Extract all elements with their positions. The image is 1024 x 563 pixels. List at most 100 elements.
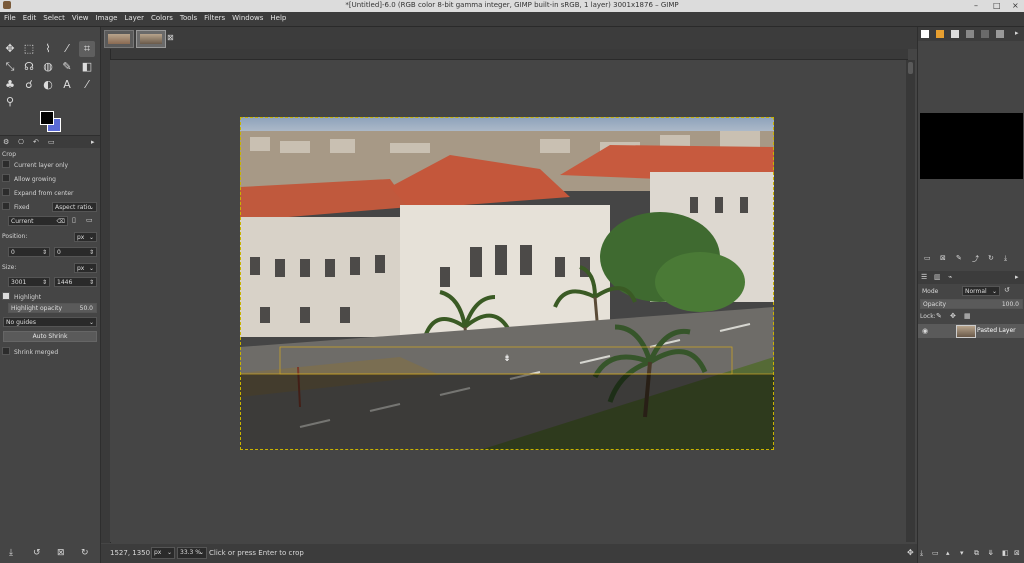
visibility-eye-icon[interactable]: ◉ [922, 327, 928, 335]
close-button[interactable]: × [1012, 1, 1019, 10]
maximize-button[interactable]: □ [993, 1, 1001, 10]
portrait-icon[interactable]: ▭ [86, 216, 96, 226]
menu-file[interactable]: File [0, 12, 19, 22]
size-unit-dropdown[interactable]: px ⌄ [74, 263, 97, 273]
export-icon[interactable]: ⤴ [972, 254, 979, 264]
spinner-icon[interactable]: ⇕ [89, 278, 94, 288]
new-layer-group-icon[interactable]: ⤓ [920, 549, 923, 558]
size-w-input[interactable]: 3001 ⇕ [8, 277, 50, 287]
duplicate-icon[interactable]: ▭ [924, 254, 931, 262]
menu-view[interactable]: View [68, 12, 92, 22]
highlight-checkbox[interactable]: Highlight [2, 292, 98, 303]
templates-tab-icon[interactable] [981, 30, 989, 38]
eraser-tool-icon[interactable]: ◧ [79, 59, 95, 75]
smudge-tool-icon[interactable]: ☌ [21, 77, 37, 93]
restore-options-icon[interactable]: ↺ [33, 548, 41, 558]
brushes-tab-icon[interactable] [921, 30, 929, 38]
patterns-tab-icon[interactable] [936, 30, 944, 38]
clear-icon[interactable]: ⌫ [57, 217, 65, 227]
open-icon[interactable]: ⤓ [1004, 254, 1007, 263]
tab-menu-icon[interactable]: ▸ [91, 138, 95, 146]
lock-position-icon[interactable]: ✥ [950, 312, 956, 320]
mask-icon[interactable]: ◧ [1002, 549, 1009, 557]
image-tab-2[interactable] [136, 30, 166, 48]
merge-layer-icon[interactable]: ⤋ [988, 549, 994, 557]
zoom-dropdown[interactable]: 33.3 % ⌄ [177, 547, 207, 559]
lasso-tool-icon[interactable]: ⌇ [40, 41, 56, 57]
preset-input[interactable]: Current ⌫ [8, 216, 68, 226]
bucket-fill-tool-icon[interactable]: ◍ [40, 59, 56, 75]
fuzzy-select-tool-icon[interactable]: ⁄ [59, 41, 75, 57]
warp-tool-icon[interactable]: ☊ [21, 59, 37, 75]
position-unit-dropdown[interactable]: px ⌄ [74, 232, 97, 242]
new-layer-icon[interactable]: ▭ [932, 549, 939, 557]
unit-dropdown[interactable]: px ⌄ [151, 547, 175, 559]
highlight-opacity-slider[interactable]: Highlight opacity 50.0 [8, 303, 97, 313]
document-history-tab-icon[interactable] [966, 30, 974, 38]
gradients-tab-icon[interactable] [996, 30, 1004, 38]
vertical-scrollbar[interactable] [906, 60, 915, 542]
tool-options-tab-icon[interactable]: ⚙ [3, 138, 9, 146]
device-status-tab-icon[interactable]: ⎔ [18, 138, 24, 146]
spinner-icon[interactable]: ⇕ [42, 248, 47, 258]
images-tab-icon[interactable]: ▭ [48, 138, 55, 146]
horizontal-ruler[interactable] [110, 49, 908, 60]
close-tab-icon[interactable]: ⊠ [167, 33, 174, 42]
guides-dropdown[interactable]: No guides ⌄ [3, 317, 97, 327]
menu-layer[interactable]: Layer [120, 12, 147, 22]
delete-options-icon[interactable]: ⊠ [57, 548, 65, 558]
dodge-tool-icon[interactable]: ◐ [40, 77, 56, 93]
landscape-icon[interactable]: ▯ [72, 216, 82, 226]
menu-help[interactable]: Help [266, 12, 289, 22]
refresh-icon[interactable]: ↻ [988, 254, 994, 262]
clone-tool-icon[interactable]: ♣ [2, 77, 18, 93]
layer-mode-dropdown[interactable]: Normal ⌄ [962, 286, 1000, 296]
move-tool-icon[interactable]: ✥ [2, 41, 18, 57]
paintbrush-tool-icon[interactable]: ✎ [59, 59, 75, 75]
foreground-color-swatch[interactable] [40, 111, 54, 125]
channels-tab-icon[interactable]: ▥ [934, 273, 941, 281]
image-canvas[interactable]: ⇟ [240, 117, 774, 450]
expand-from-center-checkbox[interactable]: Expand from center [2, 188, 98, 199]
tab-menu-icon[interactable]: ▸ [1015, 273, 1019, 281]
zoom-tool-icon[interactable]: ⚲ [2, 94, 18, 110]
duplicate-layer-icon[interactable]: ⧉ [974, 549, 979, 558]
opacity-slider[interactable]: Opacity 100.0 [920, 299, 1023, 309]
fonts-tab-icon[interactable] [951, 30, 959, 38]
crop-tool-icon[interactable]: ⌗ [79, 41, 95, 57]
lock-pixels-icon[interactable]: ✎ [936, 312, 942, 320]
position-x-input[interactable]: 0 ⇕ [8, 247, 50, 257]
lower-layer-icon[interactable]: ▾ [960, 549, 964, 557]
text-tool-icon[interactable]: A [59, 77, 75, 93]
mode-reset-icon[interactable]: ↺ [1004, 286, 1010, 294]
unified-transform-tool-icon[interactable]: ⤡ [2, 59, 18, 75]
menu-image[interactable]: Image [92, 12, 121, 22]
navigate-icon[interactable]: ✥ [907, 548, 914, 557]
layers-tab-icon[interactable]: ☰ [921, 273, 927, 281]
image-tab-1[interactable] [104, 30, 134, 48]
scroll-thumb[interactable] [908, 62, 913, 74]
delete-layer-icon[interactable]: ⊠ [1014, 549, 1020, 557]
delete-icon[interactable]: ⊠ [940, 254, 946, 262]
allow-growing-checkbox[interactable]: Allow growing [2, 174, 98, 185]
menu-tools[interactable]: Tools [176, 12, 200, 22]
raise-layer-icon[interactable]: ▴ [946, 549, 950, 557]
undo-history-tab-icon[interactable]: ↶ [33, 138, 39, 146]
layer-row[interactable]: ◉ Pasted Layer [918, 324, 1024, 338]
color-picker-tool-icon[interactable]: ⁄ [79, 77, 95, 93]
shrink-merged-checkbox[interactable]: Shrink merged [2, 347, 98, 358]
edit-icon[interactable]: ✎ [956, 254, 962, 262]
menu-select[interactable]: Select [39, 12, 68, 22]
spinner-icon[interactable]: ⇕ [89, 248, 94, 258]
lock-alpha-icon[interactable]: ▦ [964, 312, 971, 320]
reset-options-icon[interactable]: ↻ [81, 548, 89, 558]
auto-shrink-button[interactable]: Auto Shrink [3, 331, 97, 342]
fixed-mode-dropdown[interactable]: Aspect ratio ⌄ [52, 202, 97, 212]
menu-edit[interactable]: Edit [19, 12, 40, 22]
current-layer-only-checkbox[interactable]: Current layer only [2, 160, 98, 171]
spinner-icon[interactable]: ⇕ [42, 278, 47, 288]
menu-filters[interactable]: Filters [200, 12, 228, 22]
menu-colors[interactable]: Colors [147, 12, 176, 22]
paths-tab-icon[interactable]: ⌁ [948, 273, 952, 281]
size-h-input[interactable]: 1446 ⇕ [54, 277, 97, 287]
